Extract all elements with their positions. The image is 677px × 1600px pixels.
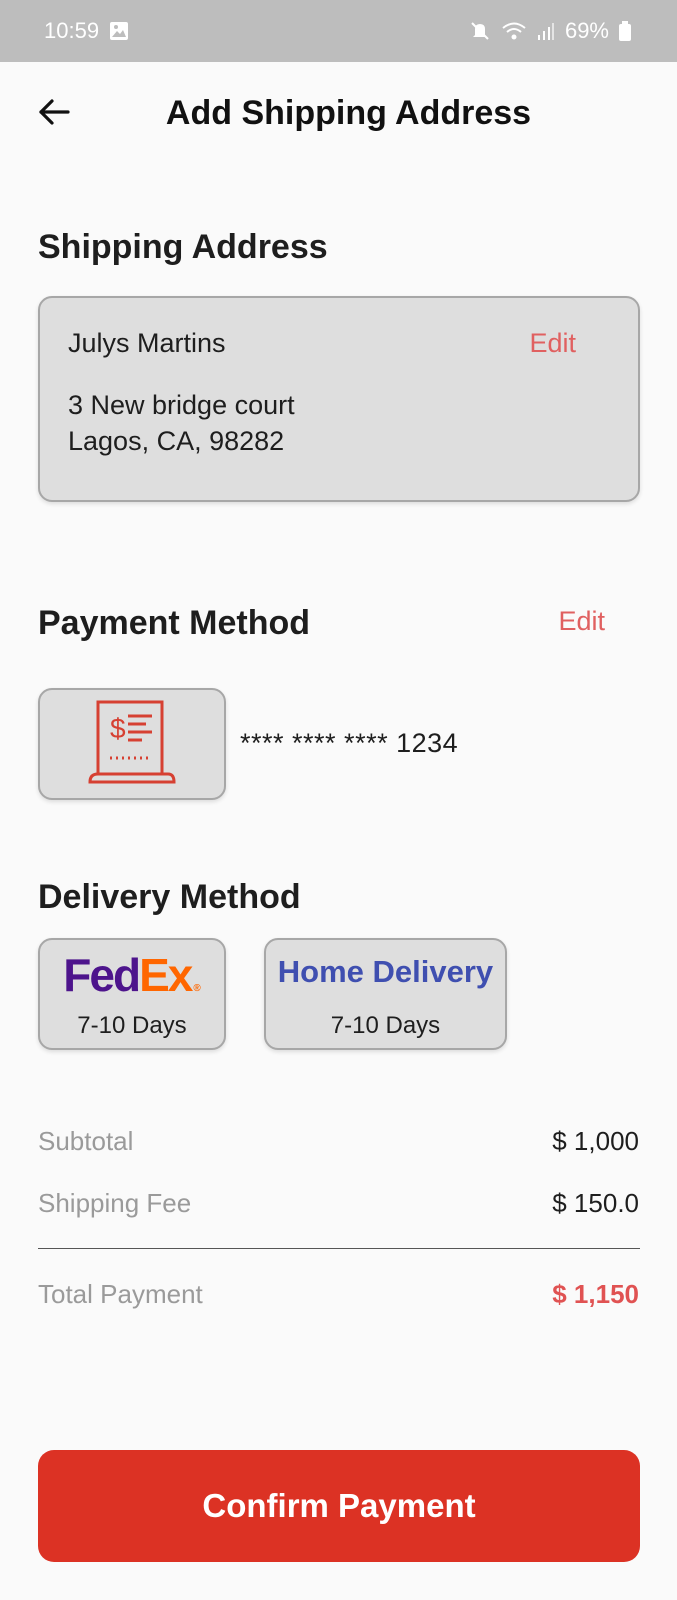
- delivery-section-title: Delivery Method: [38, 878, 301, 916]
- summary-divider: [38, 1248, 640, 1249]
- fedex-logo: FedEx ®: [40, 948, 224, 1002]
- subtotal-label: Subtotal: [38, 1126, 134, 1156]
- page-title: Add Shipping Address: [165, 94, 532, 132]
- fedex-logo-mark: ®: [193, 983, 201, 994]
- delivery-option-fedex[interactable]: FedEx ® 7-10 Days: [38, 938, 226, 1050]
- mute-icon: [469, 20, 491, 42]
- shipping-fee-label: Shipping Fee: [38, 1188, 192, 1218]
- total-payment-label: Total Payment: [38, 1279, 203, 1309]
- recipient-name: Julys Martins: [68, 328, 226, 358]
- status-left: 10:59: [44, 18, 129, 44]
- address-card: Julys Martins Edit 3 New bridge court La…: [38, 296, 640, 502]
- home-delivery-days: 7-10 Days: [330, 1012, 441, 1039]
- total-payment-value: $ 1,150: [552, 1279, 639, 1309]
- edit-payment-button[interactable]: Edit: [558, 606, 605, 637]
- address-line-1: 3 New bridge court: [68, 390, 295, 420]
- address-line-2: Lagos, CA, 98282: [68, 426, 285, 456]
- payment-section-title: Payment Method: [38, 604, 311, 642]
- confirm-payment-button[interactable]: Confirm Payment: [38, 1450, 640, 1562]
- app-bar: Add Shipping Address: [0, 62, 677, 172]
- fedex-logo-fed: Fed: [63, 949, 141, 1001]
- svg-text:$: $: [110, 713, 126, 744]
- fedex-logo-ex: Ex: [139, 949, 193, 1001]
- receipt-icon: $: [88, 700, 176, 784]
- home-delivery-label: Home Delivery: [277, 954, 494, 989]
- shipping-fee-value: $ 150.0: [552, 1188, 639, 1218]
- gallery-icon: [109, 21, 129, 41]
- subtotal-value: $ 1,000: [552, 1126, 639, 1156]
- delivery-option-home[interactable]: Home Delivery 7-10 Days: [264, 938, 507, 1050]
- card-number: **** **** **** 1234: [240, 728, 459, 758]
- shipping-section-title: Shipping Address: [38, 228, 328, 266]
- wifi-icon: [501, 20, 527, 42]
- battery-icon: [619, 21, 631, 41]
- status-time: 10:59: [44, 18, 100, 43]
- status-bar: 10:59 69%: [0, 0, 677, 62]
- edit-address-button[interactable]: Edit: [529, 328, 576, 359]
- signal-icon: [537, 21, 555, 41]
- payment-card[interactable]: $: [38, 688, 226, 800]
- fedex-days: 7-10 Days: [77, 1012, 187, 1039]
- status-right: 69%: [469, 18, 631, 44]
- battery-percent: 69%: [564, 18, 609, 43]
